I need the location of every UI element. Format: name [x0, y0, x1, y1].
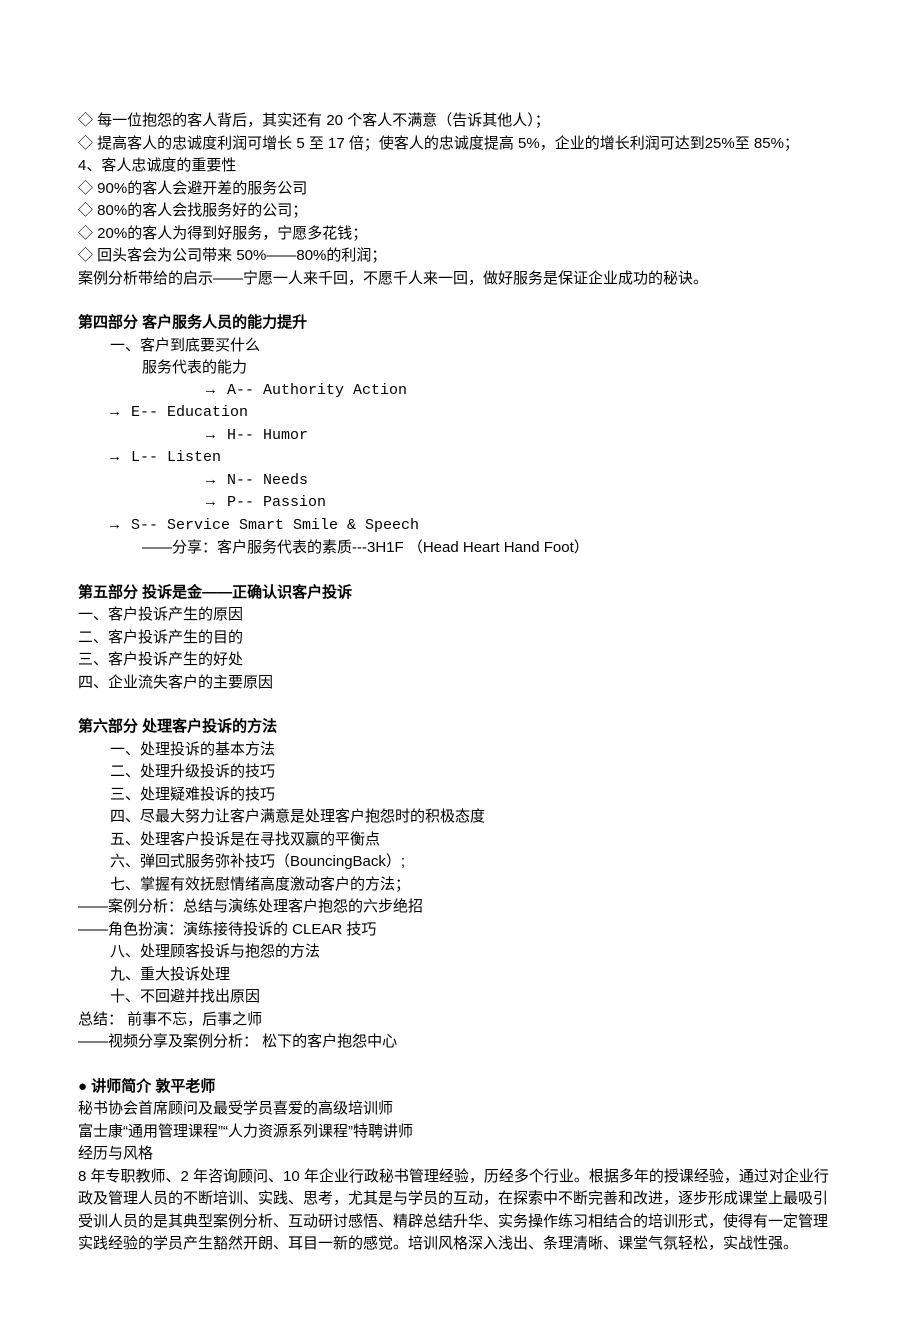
section-6-line: 一、处理投诉的基本方法: [78, 739, 842, 762]
section-4-line: P-- Passion: [78, 492, 842, 515]
section-6-heading: 第六部分 处理客户投诉的方法: [78, 716, 842, 739]
section-6-line: 八、处理顾客投诉与抱怨的方法: [78, 941, 842, 964]
intro-line: 4、客人忠诚度的重要性: [78, 155, 842, 178]
section-4-line: 服务代表的能力: [78, 357, 842, 380]
section-4-line: 一、客户到底要买什么: [78, 335, 842, 358]
section-4-line: ——分享：客户服务代表的素质---3H1F （Head Heart Hand F…: [78, 537, 842, 560]
intro-line: ◇ 20%的客人为得到好服务，宁愿多花钱；: [78, 223, 842, 246]
instructor-line: 经历与风格: [78, 1143, 842, 1166]
section-6-line: ——视频分享及案例分析： 松下的客户抱怨中心: [78, 1031, 842, 1054]
section-6-line: 四、尽最大努力让客户满意是处理客户抱怨时的积极态度: [78, 806, 842, 829]
section-5-heading: 第五部分 投诉是金——正确认识客户投诉: [78, 582, 842, 605]
intro-line: ◇ 每一位抱怨的客人背后，其实还有 20 个客人不满意（告诉其他人）；: [78, 110, 842, 133]
section-4-line: N-- Needs: [78, 470, 842, 493]
instructor-line: 富士康“通用管理课程”“人力资源系列课程”特聘讲师: [78, 1121, 842, 1144]
section-5: 第五部分 投诉是金——正确认识客户投诉 一、客户投诉产生的原因 二、客户投诉产生…: [78, 582, 842, 695]
intro-line: ◇ 80%的客人会找服务好的公司；: [78, 200, 842, 223]
section-4-heading: 第四部分 客户服务人员的能力提升: [78, 312, 842, 335]
section-4: 第四部分 客户服务人员的能力提升 一、客户到底要买什么 服务代表的能力 A-- …: [78, 312, 842, 560]
instructor-line: 8 年专职教师、2 年咨询顾问、10 年企业行政秘书管理经验，历经多个行业。根据…: [78, 1166, 842, 1256]
section-5-line: 四、企业流失客户的主要原因: [78, 672, 842, 695]
section-6-line: 总结： 前事不忘，后事之师: [78, 1009, 842, 1032]
section-6-line: 三、处理疑难投诉的技巧: [78, 784, 842, 807]
section-6-line: 十、不回避并找出原因: [78, 986, 842, 1009]
intro-line: ◇ 提高客人的忠诚度利润可增长 5 至 17 倍；使客人的忠诚度提高 5%，企业…: [78, 133, 842, 156]
section-4-line: L-- Listen: [78, 447, 842, 470]
intro-line: ◇ 90%的客人会避开差的服务公司: [78, 178, 842, 201]
section-6-line: 二、处理升级投诉的技巧: [78, 761, 842, 784]
section-6-line: 六、弹回式服务弥补技巧（BouncingBack）;: [78, 851, 842, 874]
section-4-line: H-- Humor: [78, 425, 842, 448]
section-4-line: A-- Authority Action: [78, 380, 842, 403]
section-5-line: 二、客户投诉产生的目的: [78, 627, 842, 650]
intro-line: ◇ 回头客会为公司带来 50%——80%的利润；: [78, 245, 842, 268]
section-6-line: ——角色扮演：演练接待投诉的 CLEAR 技巧: [78, 919, 842, 942]
intro-block: ◇ 每一位抱怨的客人背后，其实还有 20 个客人不满意（告诉其他人）； ◇ 提高…: [78, 110, 842, 290]
instructor-block: ● 讲师简介 敦平老师 秘书协会首席顾问及最受学员喜爱的高级培训师 富士康“通用…: [78, 1076, 842, 1256]
intro-line: 案例分析带给的启示——宁愿一人来千回，不愿千人来一回，做好服务是保证企业成功的秘…: [78, 268, 842, 291]
instructor-heading: ● 讲师简介 敦平老师: [78, 1076, 842, 1099]
section-5-line: 三、客户投诉产生的好处: [78, 649, 842, 672]
section-5-line: 一、客户投诉产生的原因: [78, 604, 842, 627]
section-6-line: 九、重大投诉处理: [78, 964, 842, 987]
section-4-line: S-- Service Smart Smile & Speech: [78, 515, 842, 538]
instructor-line: 秘书协会首席顾问及最受学员喜爱的高级培训师: [78, 1098, 842, 1121]
section-4-line: E-- Education: [78, 402, 842, 425]
section-6-line: ——案例分析：总结与演练处理客户抱怨的六步绝招: [78, 896, 842, 919]
section-6-line: 五、处理客户投诉是在寻找双赢的平衡点: [78, 829, 842, 852]
section-6-line: 七、掌握有效抚慰情绪高度激动客户的方法；: [78, 874, 842, 897]
section-6: 第六部分 处理客户投诉的方法 一、处理投诉的基本方法 二、处理升级投诉的技巧 三…: [78, 716, 842, 1054]
